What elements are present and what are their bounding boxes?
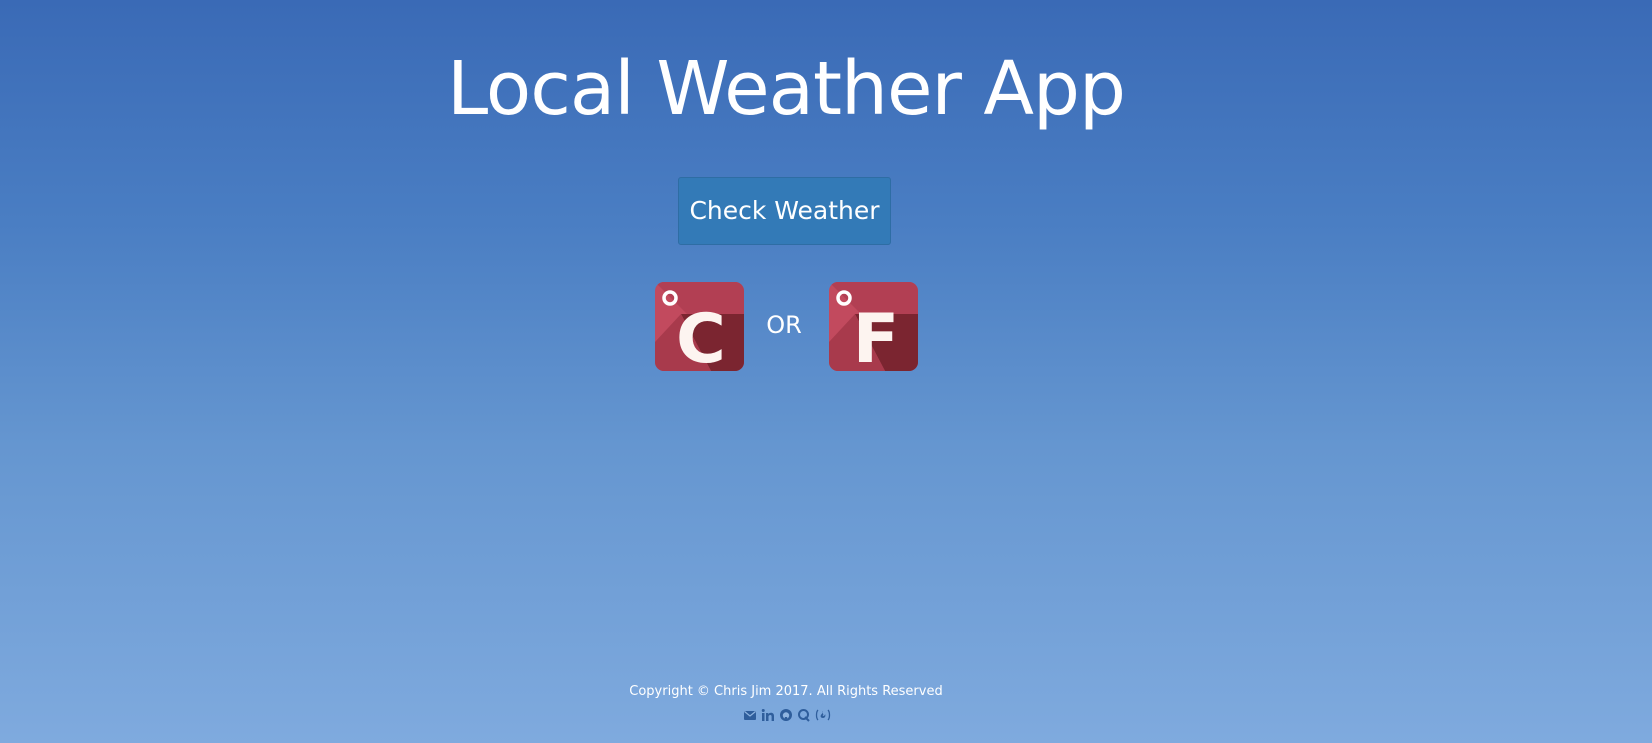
celsius-symbol: C [676,300,726,371]
quora-icon[interactable] [797,708,811,722]
unit-selector: C OR F [0,282,1572,372]
freecodecamp-icon[interactable] [815,708,831,722]
page: Local Weather App Check Weather C OR F C… [0,0,1652,743]
check-weather-button[interactable]: Check Weather [678,177,891,245]
social-links [0,708,1572,724]
copyright-text: Copyright © Chris Jim 2017. All Rights R… [629,684,943,699]
footer: Copyright © Chris Jim 2017. All Rights R… [0,683,1572,724]
celsius-button[interactable]: C [655,282,744,371]
page-title: Local Weather App [447,46,1126,132]
fahrenheit-symbol: F [853,300,899,371]
celsius-icon: C [655,282,744,371]
fahrenheit-icon: F [829,282,918,371]
linkedin-icon[interactable] [761,708,775,722]
fahrenheit-button[interactable]: F [829,282,918,371]
envelope-icon[interactable] [743,708,757,722]
github-icon[interactable] [779,708,793,722]
unit-separator: OR [766,311,802,339]
